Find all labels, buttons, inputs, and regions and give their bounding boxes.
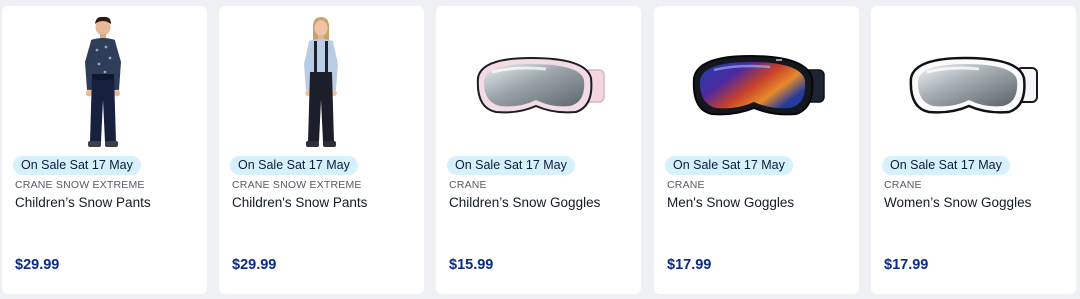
product-image[interactable] (2, 14, 207, 148)
product-title[interactable]: Men's Snow Goggles (667, 195, 794, 210)
product-card[interactable]: On Sale Sat 17 May CRANE SNOW EXTREME Ch… (219, 6, 424, 294)
blue-mirror-goggles-image (692, 54, 825, 116)
product-card[interactable]: On Sale Sat 17 May CRANE SNOW EXTREME Ch… (2, 6, 207, 294)
product-brand: CRANE (884, 179, 922, 191)
sale-date-badge: On Sale Sat 17 May (665, 156, 793, 175)
product-grid: On Sale Sat 17 May CRANE SNOW EXTREME Ch… (0, 6, 1080, 294)
product-brand: CRANE SNOW EXTREME (232, 179, 362, 191)
product-title[interactable]: Children’s Snow Pants (15, 195, 151, 210)
pink-goggles-image (476, 56, 605, 114)
product-image[interactable] (654, 14, 859, 148)
product-price: $29.99 (15, 257, 60, 273)
product-card[interactable]: On Sale Sat 17 May CRANE Children’s Snow… (436, 6, 641, 294)
product-price: $17.99 (884, 257, 929, 273)
product-brand: CRANE (667, 179, 705, 191)
product-image[interactable] (219, 14, 424, 148)
product-brand: CRANE (449, 179, 487, 191)
product-title[interactable]: Children's Snow Pants (232, 195, 367, 210)
product-card[interactable]: On Sale Sat 17 May CRANE Women’s Snow Go… (871, 6, 1076, 294)
sale-date-badge: On Sale Sat 17 May (13, 156, 141, 175)
product-price: $15.99 (449, 257, 494, 273)
product-card[interactable]: On Sale Sat 17 May CRANE Men's Snow Gogg… (654, 6, 859, 294)
product-price: $29.99 (232, 257, 277, 273)
sale-date-badge: On Sale Sat 17 May (447, 156, 575, 175)
product-image[interactable] (871, 14, 1076, 148)
sale-date-badge: On Sale Sat 17 May (882, 156, 1010, 175)
sale-date-badge: On Sale Sat 17 May (230, 156, 358, 175)
child-snow-pants-suspenders-image (304, 17, 338, 147)
product-title[interactable]: Women’s Snow Goggles (884, 195, 1031, 210)
product-title[interactable]: Children’s Snow Goggles (449, 195, 600, 210)
product-price: $17.99 (667, 257, 712, 273)
white-goggles-image (909, 56, 1038, 114)
product-brand: CRANE SNOW EXTREME (15, 179, 145, 191)
child-snow-pants-image (85, 16, 121, 147)
product-image[interactable] (436, 14, 641, 148)
